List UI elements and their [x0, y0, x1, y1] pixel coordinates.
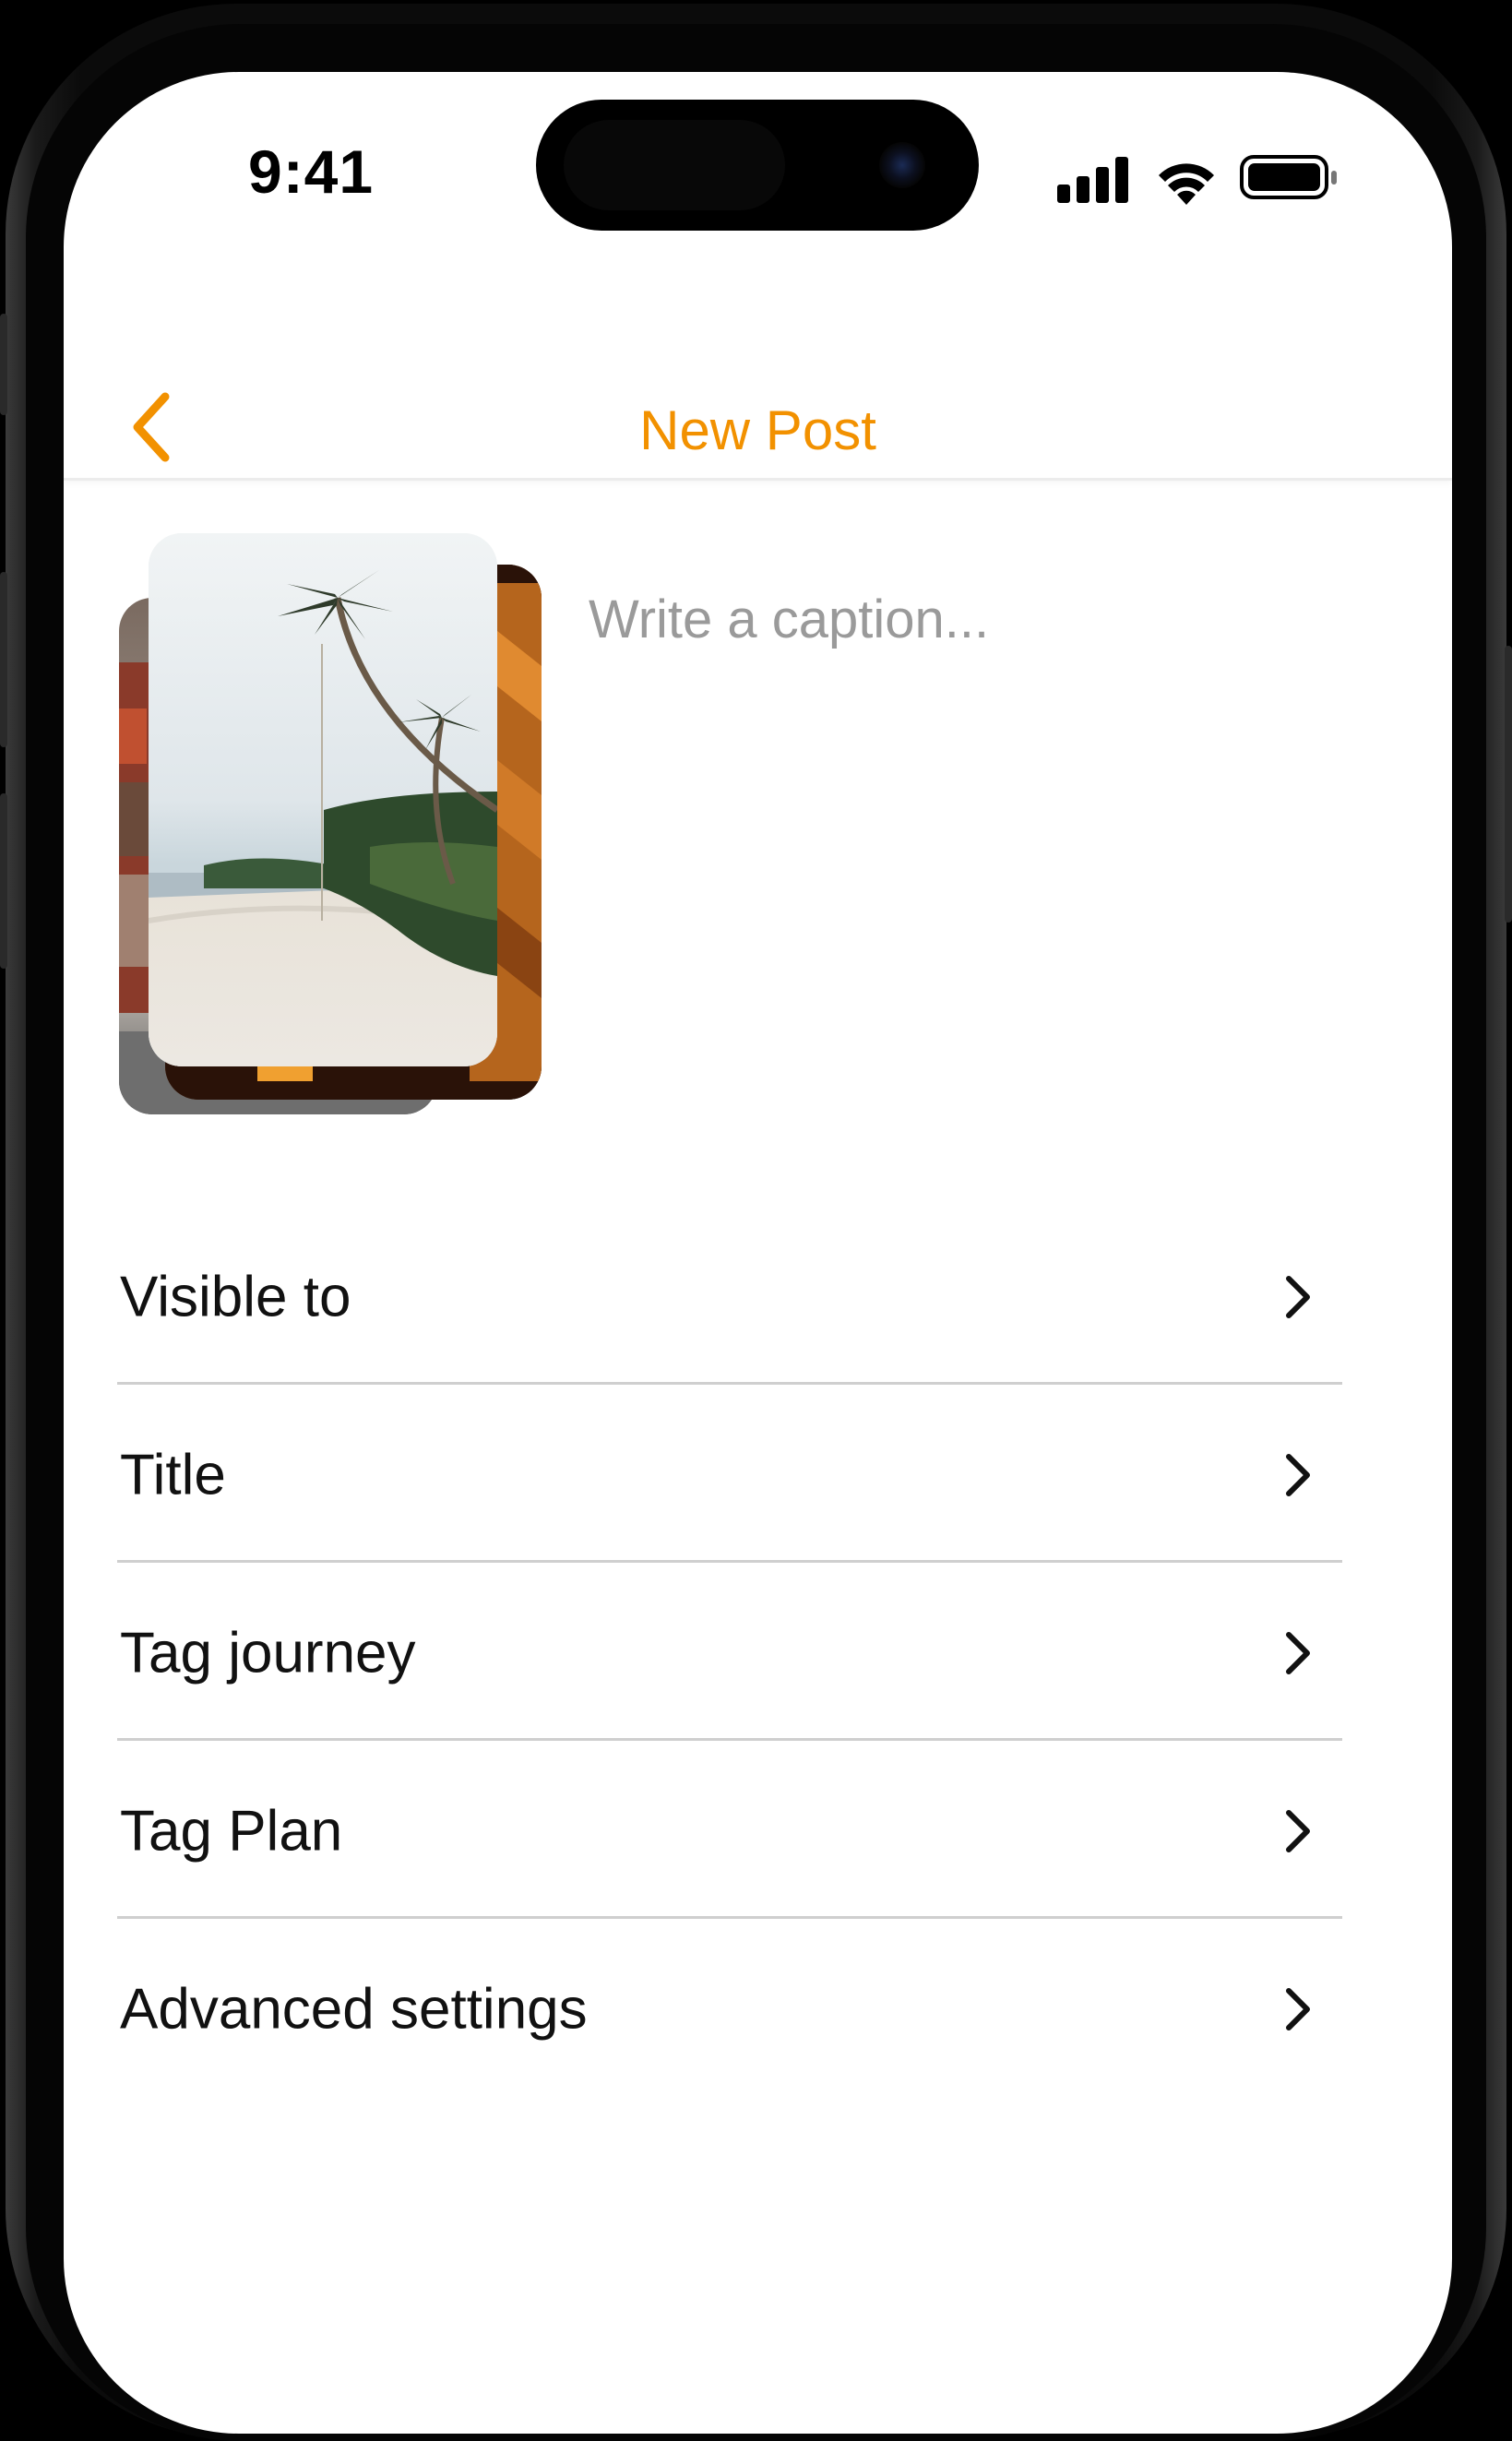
- battery-icon: [1240, 155, 1337, 199]
- page-title: New Post: [639, 399, 876, 461]
- front-camera-icon: [879, 142, 925, 188]
- settings-item-label: Tag Plan: [120, 1799, 343, 1863]
- settings-item-title[interactable]: Title: [117, 1385, 1342, 1563]
- settings-item-label: Tag journey: [120, 1621, 416, 1685]
- chevron-right-icon: [1286, 1454, 1310, 1496]
- photo-stack[interactable]: [119, 533, 543, 1124]
- settings-item-advanced-settings[interactable]: Advanced settings: [117, 1919, 1342, 2094]
- nav-bar: New Post: [64, 321, 1452, 481]
- dynamic-island: [536, 100, 979, 231]
- settings-item-label: Advanced settings: [120, 1977, 588, 2042]
- chevron-right-icon: [1286, 1276, 1310, 1318]
- chevron-right-icon: [1286, 1632, 1310, 1674]
- wifi-icon: [1159, 163, 1214, 205]
- volume-up-button: [0, 572, 7, 747]
- app-screen: 9:41 New Post Write a caption... Visible…: [64, 72, 1452, 2434]
- island-sensor: [564, 120, 785, 210]
- caption-input[interactable]: Write a caption...: [589, 589, 1400, 662]
- volume-down-button: [0, 793, 7, 969]
- photo-thumbnail-1: [149, 533, 497, 1066]
- status-icons-svg: [1057, 155, 1337, 205]
- settings-item-tag-plan[interactable]: Tag Plan: [117, 1741, 1342, 1919]
- cellular-signal-icon: [1057, 157, 1128, 203]
- beach-palm-photo: [149, 533, 497, 1066]
- chevron-right-icon: [1286, 1810, 1310, 1852]
- side-button: [0, 314, 7, 415]
- settings-list: Visible to Title Tag journey Tag Plan Ad…: [117, 1207, 1342, 2094]
- phone-frame: 9:41 New Post Write a caption... Visible…: [0, 0, 1512, 2441]
- chevron-right-icon: [1286, 1988, 1310, 2030]
- settings-item-tag-journey[interactable]: Tag journey: [117, 1563, 1342, 1741]
- settings-item-label: Title: [120, 1443, 226, 1507]
- status-time: 9:41: [248, 137, 375, 206]
- status-icons: [1057, 149, 1408, 205]
- power-button: [1505, 646, 1512, 923]
- settings-item-label: Visible to: [120, 1265, 351, 1329]
- settings-item-visible-to[interactable]: Visible to: [117, 1207, 1342, 1385]
